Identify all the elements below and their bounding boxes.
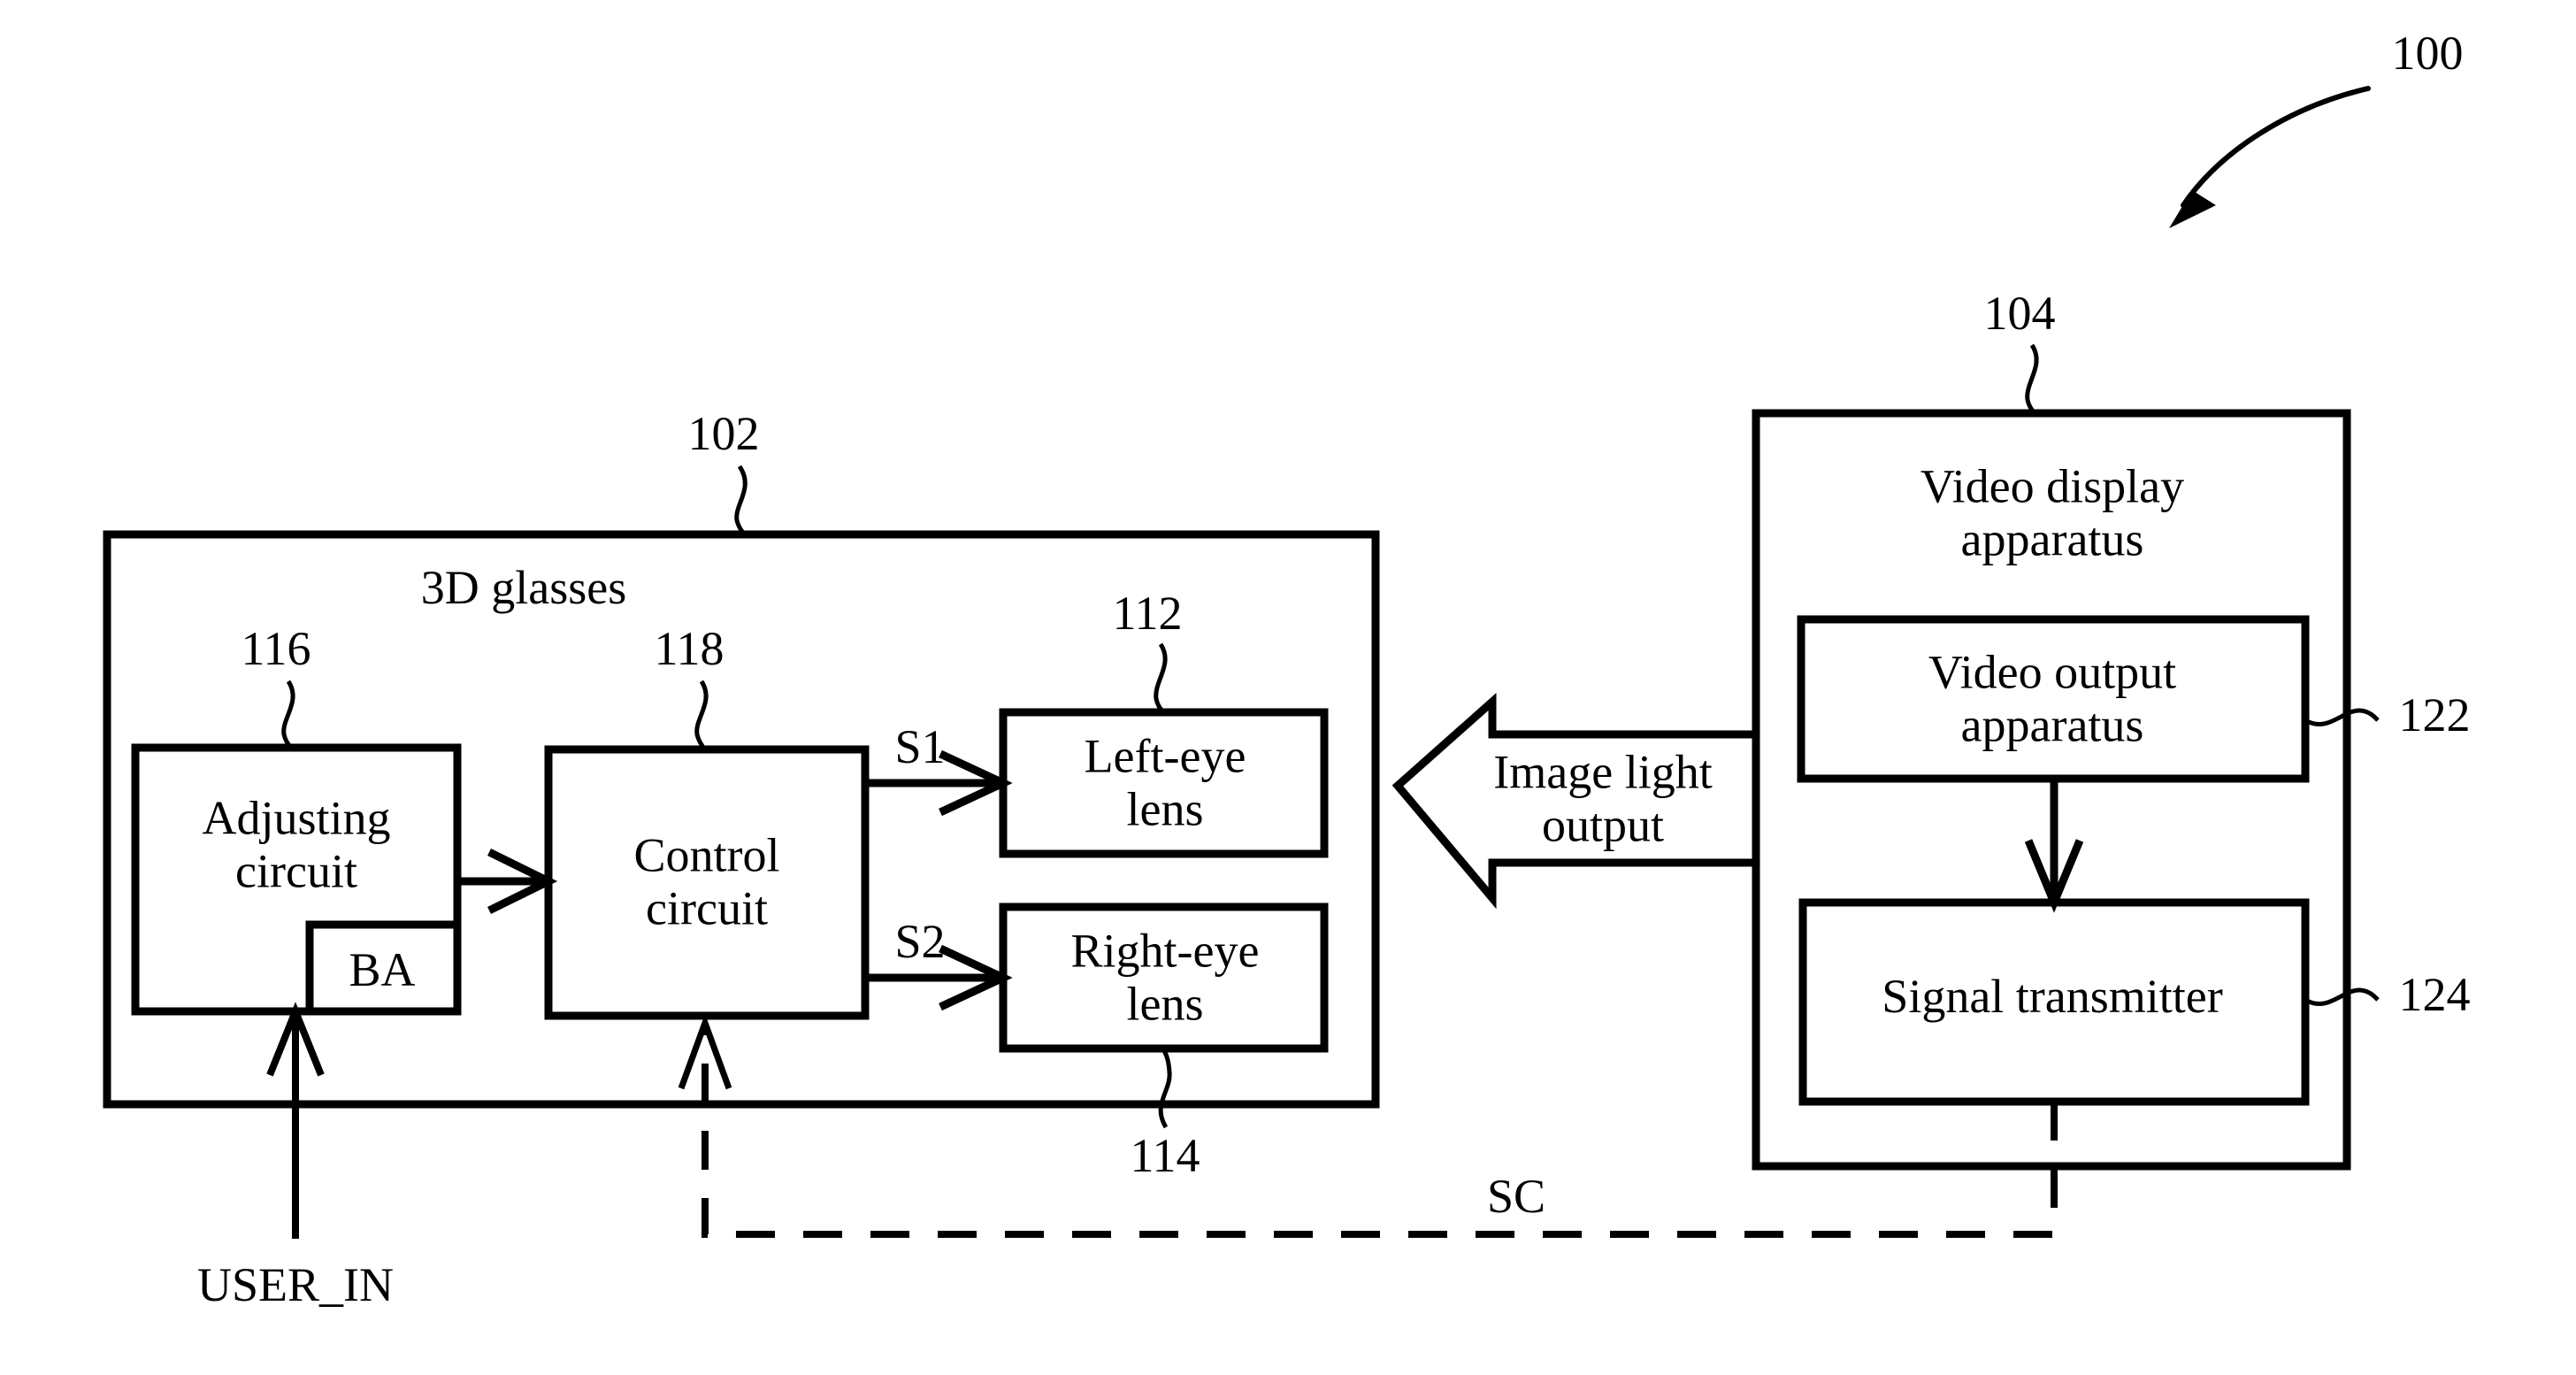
ref-number-118: 118 (654, 621, 724, 675)
ref-number-124: 124 (2398, 967, 2471, 1021)
sc-dashed-signal-path (678, 1013, 2058, 1238)
leader-line-124 (2304, 987, 2380, 1007)
right-eye-lens-label: Right-eye lens (1070, 924, 1260, 1031)
left-eye-lens-label: Left-eye lens (1084, 729, 1246, 836)
signal-label-s2: S2 (894, 914, 946, 968)
video-display-apparatus-title: Video display apparatus (1920, 459, 2185, 566)
ref-number-104: 104 (1983, 286, 2056, 340)
signal-label-s1: S1 (894, 719, 946, 773)
signal-transmitter-label: Signal transmitter (1882, 969, 2223, 1023)
ref-number-122: 122 (2398, 688, 2471, 741)
patent-figure: 100 3D glasses 102 116 Adjusting circuit … (0, 0, 2576, 1375)
image-light-output-label: Image light output (1493, 745, 1713, 852)
leader-line-114 (1158, 1048, 1172, 1129)
figure-line-art (103, 86, 2380, 1239)
system-pointer-arrow (2169, 86, 2371, 228)
ref-number-114: 114 (1130, 1128, 1200, 1182)
leader-line-102 (734, 465, 748, 536)
arrow-user-input (266, 1002, 325, 1239)
user-input-label: USER_IN (196, 1257, 395, 1311)
video-output-apparatus-label: Video output apparatus (1928, 645, 2177, 752)
leader-line-112 (1154, 642, 1168, 714)
arrow-video-output-to-transmitter (2024, 779, 2084, 913)
control-circuit-label: Control circuit (633, 828, 780, 935)
leader-line-116 (281, 680, 295, 749)
ba-label: BA (349, 942, 416, 996)
arrow-adjusting-to-control (457, 848, 558, 915)
adjusting-circuit-label: Adjusting circuit (202, 791, 391, 898)
leader-line-104 (2025, 343, 2039, 415)
ref-number-102: 102 (687, 406, 760, 460)
sc-signal-label: SC (1486, 1169, 1546, 1223)
glasses-title: 3D glasses (420, 560, 627, 614)
leader-line-118 (694, 680, 709, 751)
leader-line-122 (2304, 708, 2380, 727)
ref-number-116: 116 (241, 621, 311, 675)
ref-number-112: 112 (1112, 586, 1183, 640)
ref-number-100: 100 (2391, 26, 2464, 80)
